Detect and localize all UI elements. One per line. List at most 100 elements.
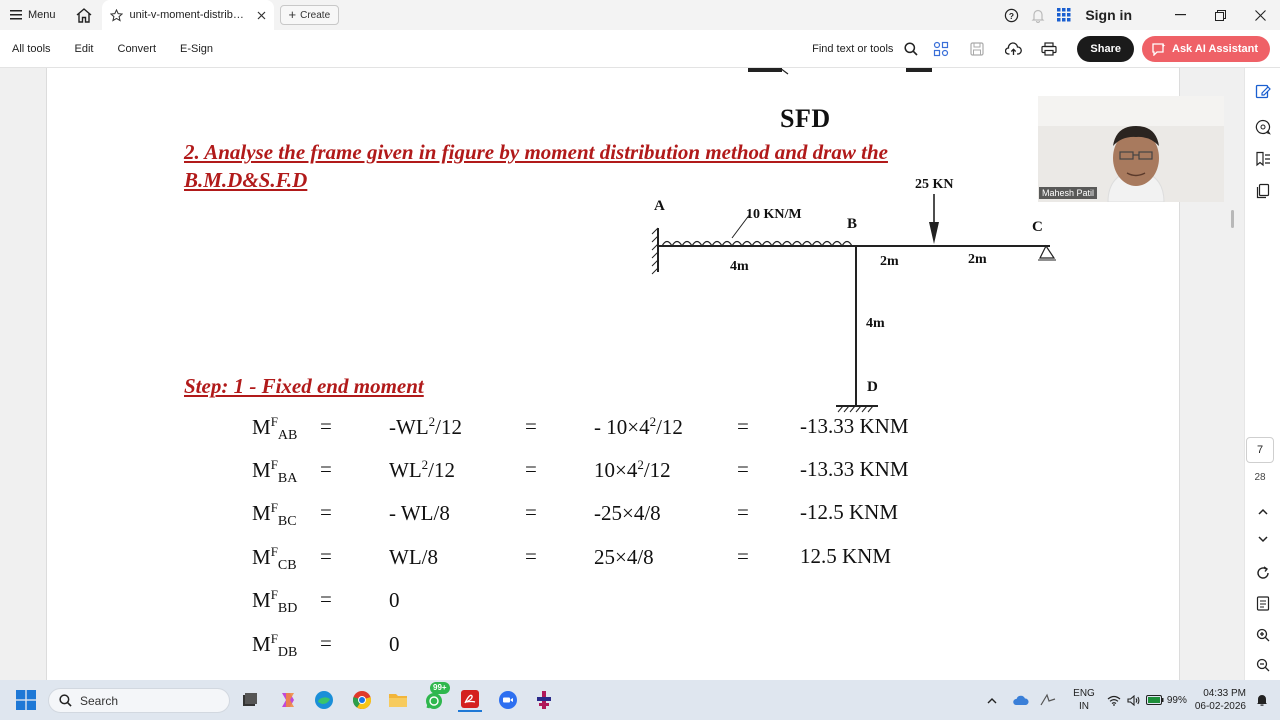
- toolbar-edit[interactable]: Edit: [75, 43, 94, 55]
- apps-grid-icon[interactable]: [1057, 8, 1071, 22]
- restore-button[interactable]: [1200, 0, 1240, 30]
- moment-symbol: MFBA: [252, 457, 298, 487]
- point-load-label: 25 KN: [915, 177, 954, 192]
- svg-text:?: ?: [1009, 10, 1014, 20]
- taskbar-whatsapp[interactable]: 99+: [422, 682, 450, 712]
- vertical-scrollbar[interactable]: [1231, 210, 1234, 228]
- rail-bookmark-button[interactable]: [1254, 150, 1272, 168]
- cloud-upload-icon: [1004, 42, 1022, 55]
- onedrive-icon[interactable]: [1013, 694, 1029, 706]
- taskbar-edge[interactable]: [312, 688, 336, 712]
- scroll-down-button[interactable]: [1254, 530, 1272, 548]
- minimize-button[interactable]: [1160, 0, 1200, 30]
- label-c: C: [1032, 219, 1043, 235]
- clock-time: 04:33 PM: [1203, 688, 1246, 699]
- system-tray: ENG IN 99% 04:33 PM 06-02-2026: [987, 680, 1280, 720]
- search-button[interactable]: [899, 30, 923, 68]
- span-bd-label: 4m: [866, 316, 885, 331]
- calculation: -25×4/8: [594, 501, 661, 525]
- save-button[interactable]: [959, 30, 995, 68]
- taskbar-copilot[interactable]: [276, 688, 300, 712]
- taskbar-file-explorer[interactable]: [386, 688, 410, 712]
- compare-icon: [934, 41, 949, 57]
- scroll-up-button[interactable]: [1254, 502, 1272, 520]
- moment-symbol: MFAB: [252, 414, 298, 444]
- formula: -WL2/12: [389, 414, 462, 439]
- sfd-title: SFD: [780, 104, 831, 133]
- edge-icon: [315, 691, 333, 709]
- current-page-input[interactable]: 7: [1246, 437, 1274, 463]
- equals-sign: =: [320, 631, 332, 655]
- moment-result: 12.5 KNM: [800, 544, 892, 568]
- participant-name: Mahesh Patil: [1039, 187, 1098, 199]
- language-indicator[interactable]: ENG IN: [1073, 687, 1095, 713]
- notification-badge: 99+: [430, 682, 450, 694]
- system-clock[interactable]: 04:33 PM 06-02-2026: [1195, 687, 1246, 713]
- rail-edit-button[interactable]: [1254, 82, 1272, 100]
- sign-in-link[interactable]: Sign in: [1085, 7, 1132, 23]
- find-text-label[interactable]: Find text or tools: [812, 43, 893, 55]
- create-button[interactable]: + Create: [279, 5, 340, 25]
- speaker-icon[interactable]: [1127, 694, 1140, 706]
- step-heading: Step: 1 - Fixed end moment: [184, 374, 424, 398]
- compare-button[interactable]: [923, 30, 959, 68]
- rail-comment-button[interactable]: [1254, 118, 1272, 136]
- toolbar-convert[interactable]: Convert: [118, 43, 157, 55]
- home-icon: [76, 7, 91, 23]
- battery-percent: 99%: [1166, 694, 1187, 706]
- equation-row: MFCB = WL/8 = 25×4/8 = 12.5 KNM: [252, 544, 972, 578]
- start-button[interactable]: [14, 688, 38, 712]
- taskbar-app-tool[interactable]: [532, 688, 556, 712]
- bell-icon[interactable]: [1031, 8, 1045, 23]
- title-bar-right: ? Sign in: [1004, 0, 1280, 30]
- equals-sign: =: [525, 500, 537, 524]
- toolbar-esign[interactable]: E-Sign: [180, 43, 213, 55]
- total-pages: 28: [1254, 472, 1266, 483]
- rail-pages-button[interactable]: [1254, 182, 1272, 200]
- share-button[interactable]: Share: [1077, 36, 1134, 62]
- close-window-button[interactable]: [1240, 0, 1280, 30]
- rotate-button[interactable]: [1254, 564, 1272, 582]
- taskbar-task-view[interactable]: [238, 688, 262, 712]
- star-icon[interactable]: [109, 8, 123, 22]
- zoom-out-button[interactable]: [1254, 656, 1272, 674]
- task-view-icon: [243, 693, 257, 706]
- ask-ai-button[interactable]: Ask AI Assistant: [1142, 36, 1270, 62]
- wifi-icon[interactable]: [1107, 695, 1121, 706]
- main-toolbar: All tools Edit Convert E-Sign Find text …: [0, 30, 1280, 68]
- question-line-1: 2. Analyse the frame given in figure by …: [184, 140, 888, 164]
- taskbar-chrome[interactable]: [350, 688, 374, 712]
- close-tab-icon[interactable]: [257, 11, 266, 20]
- upload-button[interactable]: [995, 30, 1031, 68]
- battery-icon[interactable]: [1145, 695, 1164, 705]
- page-icon: [1256, 595, 1270, 611]
- location-icon[interactable]: [1039, 693, 1057, 707]
- equation-row: MFBA = WL2/12 = 10×42/12 = -13.33 KNM: [252, 457, 972, 491]
- print-button[interactable]: [1031, 30, 1067, 68]
- equals-sign: =: [320, 587, 332, 611]
- lang-line-1: ENG: [1073, 688, 1095, 699]
- page-thumbnail-button[interactable]: [1254, 594, 1272, 612]
- formula: - WL/8: [389, 501, 450, 525]
- toolbar-all-tools[interactable]: All tools: [12, 43, 51, 55]
- restore-icon: [1214, 9, 1226, 21]
- equals-sign: =: [737, 544, 749, 568]
- equation-row: MFBD = 0: [252, 587, 972, 621]
- menu-button[interactable]: Menu: [0, 0, 66, 30]
- chrome-icon: [352, 691, 372, 710]
- zoom-in-button[interactable]: [1254, 626, 1272, 644]
- home-button[interactable]: [66, 0, 102, 30]
- equals-sign: =: [737, 414, 749, 438]
- help-icon[interactable]: ?: [1004, 8, 1019, 23]
- taskbar-search[interactable]: Search: [48, 688, 230, 713]
- point-load-arrowhead: [929, 222, 939, 244]
- taskbar-acrobat[interactable]: [458, 688, 482, 712]
- chevron-up-icon[interactable]: [987, 697, 997, 704]
- equals-sign: =: [737, 500, 749, 524]
- taskbar-zoom[interactable]: [496, 688, 520, 712]
- document-tab[interactable]: unit-v-moment-distribut...: [101, 0, 274, 30]
- label-b: B: [847, 216, 857, 232]
- span-ab-label: 4m: [730, 259, 749, 274]
- equation-row: MFDB = 0: [252, 631, 972, 665]
- notification-center-icon[interactable]: [1256, 694, 1268, 706]
